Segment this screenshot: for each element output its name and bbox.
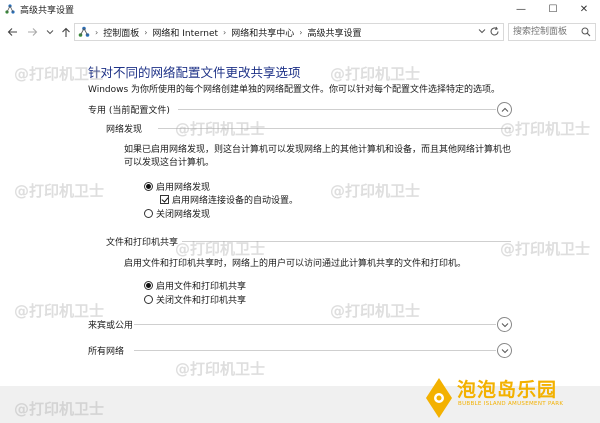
title-bar: 高级共享设置 — ☐ ✕	[0, 0, 600, 18]
brand-logo: 泡泡岛乐园 BUBBLE ISLAND AMUSEMENT PARK	[420, 373, 600, 423]
watermark: @打印机卫士	[175, 360, 266, 378]
auto-setup-option[interactable]: 启用网络连接设备的自动设置。	[160, 193, 298, 206]
brand-name: 泡泡岛乐园	[457, 379, 558, 401]
watermark: @打印机卫士	[330, 182, 421, 200]
network-discovery-title: 网络发现	[106, 125, 143, 135]
up-button[interactable]	[59, 24, 73, 40]
recent-locations-button[interactable]	[43, 24, 57, 40]
breadcrumb-control-panel[interactable]: 控制面板	[103, 26, 139, 39]
auto-setup-label: 启用网络连接设备的自动设置。	[172, 196, 299, 206]
navigation-bar: › 控制面板 › 网络和 Internet › 网络和共享中心 › 高级共享设置	[0, 22, 600, 42]
checkbox-checked-icon[interactable]	[160, 195, 169, 204]
back-button[interactable]	[5, 24, 19, 40]
watermark: @打印机卫士	[175, 240, 266, 258]
network-discovery-on-label: 启用网络发现	[156, 183, 211, 193]
control-panel-icon	[78, 26, 90, 37]
arrow-left-icon	[7, 28, 17, 36]
search-input[interactable]	[509, 24, 579, 40]
private-profile-collapse-button[interactable]	[497, 102, 512, 117]
watermark: @打印机卫士	[500, 240, 591, 258]
forward-button[interactable]	[25, 24, 39, 40]
network-discovery-description-line1: 如果已启用网络发现，则这台计算机可以发现网络上的其他计算机和设备，而且其他网络计…	[124, 145, 512, 155]
search-box[interactable]	[508, 23, 596, 41]
radio-selected-icon[interactable]	[144, 182, 153, 191]
chevron-down-icon	[501, 322, 508, 327]
breadcrumb-separator-icon: ›	[144, 27, 148, 37]
chevron-down-icon	[46, 30, 54, 35]
guest-public-expand-button[interactable]	[497, 317, 512, 332]
breadcrumb-network-sharing-center[interactable]: 网络和共享中心	[231, 26, 294, 39]
chevron-down-icon	[501, 348, 508, 353]
all-networks-title[interactable]: 所有网络	[88, 344, 124, 357]
arrow-right-icon	[27, 28, 37, 36]
file-printer-sharing-on-label: 启用文件和打印机共享	[156, 282, 247, 292]
watermark: @打印机卫士	[330, 302, 421, 320]
breadcrumb-separator-icon: ›	[299, 27, 303, 37]
search-icon	[581, 27, 591, 37]
address-bar[interactable]: › 控制面板 › 网络和 Internet › 网络和共享中心 › 高级共享设置	[74, 23, 504, 41]
breadcrumb-separator-icon: ›	[95, 27, 99, 37]
section-divider	[134, 324, 496, 325]
breadcrumb-network-internet[interactable]: 网络和 Internet	[152, 26, 218, 39]
refresh-icon[interactable]	[489, 26, 500, 40]
private-profile-title[interactable]: 专用 (当前配置文件)	[88, 103, 170, 116]
breadcrumb-separator-icon: ›	[223, 27, 227, 37]
radio-unselected-icon[interactable]	[144, 295, 153, 304]
bubble-logo-icon	[426, 378, 452, 418]
radio-unselected-icon[interactable]	[144, 209, 153, 218]
watermark: @打印机卫士	[330, 65, 421, 83]
file-printer-sharing-on-option[interactable]: 启用文件和打印机共享	[144, 279, 246, 292]
main-content: 针对不同的网络配置文件更改共享选项 Windows 为你所使用的每个网络创建单独…	[0, 45, 600, 385]
chevron-up-icon	[501, 107, 508, 112]
arrow-up-icon	[62, 27, 70, 37]
radio-selected-icon[interactable]	[144, 281, 153, 290]
maximize-button[interactable]: ☐	[537, 0, 569, 18]
window-title: 高级共享设置	[20, 6, 75, 16]
network-discovery-off-label: 关闭网络发现	[156, 210, 211, 220]
breadcrumb-advanced-sharing[interactable]: 高级共享设置	[307, 26, 361, 39]
network-discovery-off-option[interactable]: 关闭网络发现	[144, 207, 210, 220]
page-title: 针对不同的网络配置文件更改共享选项	[88, 65, 301, 80]
watermark: @打印机卫士	[14, 302, 105, 320]
minimize-button[interactable]: —	[505, 0, 537, 18]
page-description: Windows 为你所使用的每个网络创建单独的网络配置文件。你可以针对每个配置文…	[88, 85, 501, 95]
watermark: @打印机卫士	[500, 120, 591, 138]
network-app-icon	[5, 4, 15, 14]
close-button[interactable]: ✕	[568, 0, 600, 18]
file-printer-sharing-off-label: 关闭文件和打印机共享	[156, 296, 247, 306]
watermark: @打印机卫士	[14, 182, 105, 200]
watermark: @打印机卫士	[14, 400, 105, 418]
brand-subtitle: BUBBLE ISLAND AMUSEMENT PARK	[458, 401, 564, 407]
file-printer-sharing-description: 启用文件和打印机共享时，网络上的用户可以访问通过此计算机共享的文件和打印机。	[124, 259, 467, 269]
network-discovery-description-line2: 可以发现这台计算机。	[124, 158, 215, 168]
watermark: @打印机卫士	[175, 120, 266, 138]
network-discovery-on-option[interactable]: 启用网络发现	[144, 180, 210, 193]
watermark: @打印机卫士	[14, 65, 105, 83]
all-networks-expand-button[interactable]	[497, 343, 512, 358]
address-dropdown-icon[interactable]	[478, 27, 486, 36]
section-divider	[134, 350, 496, 351]
file-printer-sharing-off-option[interactable]: 关闭文件和打印机共享	[144, 293, 246, 306]
section-divider	[178, 109, 496, 110]
file-printer-sharing-title: 文件和打印机共享	[106, 238, 179, 248]
